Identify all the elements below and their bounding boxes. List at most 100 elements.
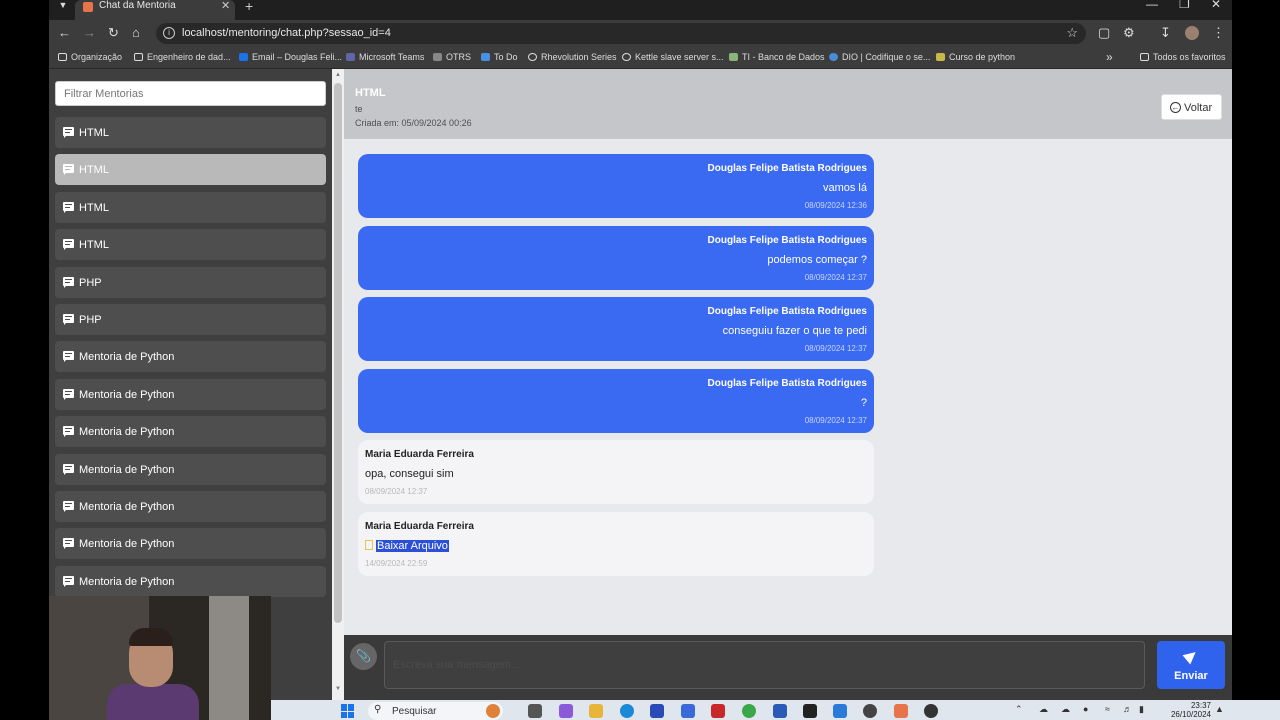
sidebar-item-label: Mentoria de Python xyxy=(79,463,175,476)
sidebar-item-mentoria[interactable]: PHP xyxy=(55,304,326,335)
download-icon[interactable]: ↧ xyxy=(1160,25,1171,41)
bookmark-item[interactable]: Rhevolution Series xyxy=(528,52,617,62)
sidebar-item-mentoria[interactable]: Mentoria de Python xyxy=(55,453,326,485)
bookmark-item[interactable]: Kettle slave server s... xyxy=(622,52,724,62)
download-file-link[interactable]: Baixar Arquivo xyxy=(376,539,449,552)
chat-bubble-icon xyxy=(63,538,74,550)
minimize-icon[interactable]: — xyxy=(1146,0,1158,11)
copilot-icon[interactable] xyxy=(559,704,573,718)
mcafee-icon[interactable] xyxy=(711,704,725,718)
taskbar-clock[interactable]: 23:37 26/10/2024 xyxy=(1151,701,1211,719)
sidebar-item-mentoria[interactable]: HTML xyxy=(55,191,326,223)
tray-icon[interactable]: ☁ xyxy=(1039,704,1048,715)
sidebar-item-label: HTML xyxy=(79,201,109,214)
sidebar-item-mentoria[interactable]: Mentoria de Python xyxy=(55,528,326,560)
vscode-icon[interactable] xyxy=(833,704,847,718)
sidebar-item-mentoria[interactable]: Mentoria de Python xyxy=(55,416,326,448)
windows-start-icon[interactable] xyxy=(341,704,355,718)
bookmark-item[interactable]: DIO | Codifique o se... xyxy=(829,52,930,62)
home-icon[interactable]: ⌂ xyxy=(132,25,140,41)
sidebar-item-mentoria[interactable]: Mentoria de Python xyxy=(55,491,326,522)
bookmark-label: OTRS xyxy=(446,52,472,62)
chat-bubble-icon xyxy=(63,127,74,138)
paperclip-icon[interactable]: 📎 xyxy=(350,643,377,670)
bookmark-item[interactable]: Microsoft Teams xyxy=(346,52,424,62)
site-info-icon[interactable]: i xyxy=(163,27,175,39)
taskbar-search[interactable]: ⚲ Pesquisar xyxy=(368,702,503,720)
app-icon[interactable] xyxy=(863,704,877,718)
send-button[interactable]: Enviar xyxy=(1157,641,1225,689)
message-input[interactable] xyxy=(384,641,1145,689)
reload-icon[interactable]: ↻ xyxy=(108,25,119,41)
battery-icon[interactable]: ▮ xyxy=(1139,704,1144,715)
sidebar-item-mentoria[interactable]: Mentoria de Python xyxy=(55,378,326,410)
more-bookmarks-icon[interactable]: » xyxy=(1106,50,1113,64)
sidebar-item-label: HTML xyxy=(79,127,109,139)
sidebar-item-mentoria[interactable]: Mentoria de Python xyxy=(55,565,326,597)
sidebar-scrollbar[interactable]: ▲ ▼ xyxy=(332,69,344,700)
cloud-icon[interactable]: ☁ xyxy=(1061,704,1070,715)
bookmark-item[interactable]: Email – Douglas Feli... xyxy=(239,52,342,62)
profile-avatar[interactable] xyxy=(1185,26,1199,40)
bookmark-item[interactable]: Curso de python xyxy=(936,52,1015,62)
file-explorer-icon[interactable] xyxy=(589,704,603,718)
sidebar-item-mentoria[interactable]: HTML xyxy=(55,117,326,148)
l-app-icon[interactable] xyxy=(773,704,787,718)
search-icon: ⚲ xyxy=(374,704,382,715)
back-arrow-icon[interactable]: ← xyxy=(58,25,71,41)
xampp-icon[interactable] xyxy=(894,704,908,718)
bookmark-item[interactable]: OTRS xyxy=(433,52,471,62)
all-bookmarks[interactable]: Todos os favoritos xyxy=(1140,52,1226,62)
bookmark-label: TI - Banco de Dados xyxy=(742,52,825,62)
bookmark-item[interactable]: Organização xyxy=(58,52,122,62)
bookmark-item[interactable]: To Do xyxy=(481,52,518,62)
weather-icon[interactable] xyxy=(486,704,500,718)
new-tab-icon[interactable]: + xyxy=(245,0,253,14)
chat-message: Douglas Felipe Batista Rodrigues? 08/09/2… xyxy=(358,368,874,433)
chat-message: Douglas Felipe Batista Rodrigues consegui… xyxy=(358,297,874,361)
scroll-up-icon[interactable]: ▲ xyxy=(335,72,341,78)
bookmark-item[interactable]: Engenheiro de dad... xyxy=(134,52,231,62)
notification-bell-icon[interactable]: ▲ xyxy=(1215,704,1224,714)
bookmark-item[interactable]: TI - Banco de Dados xyxy=(729,52,825,62)
message-author: Douglas Felipe Batista Rodrigues xyxy=(707,234,867,246)
menu-kebab-icon[interactable]: ⋮ xyxy=(1212,25,1225,41)
close-window-icon[interactable]: ✕ xyxy=(1211,0,1221,11)
cast-icon[interactable]: ▢ xyxy=(1098,25,1110,41)
bookmark-label: Email – Douglas Feli... xyxy=(252,52,343,62)
sidebar-item-mentoria[interactable]: Mentoria de Python xyxy=(55,341,326,373)
volume-icon[interactable]: ♬ xyxy=(1123,704,1132,714)
app-icon[interactable] xyxy=(924,704,938,718)
filter-input[interactable] xyxy=(55,81,326,106)
terminal-icon[interactable] xyxy=(803,704,817,718)
chat-bubble-icon xyxy=(63,575,74,587)
sidebar-item-mentoria[interactable]: HTML xyxy=(55,154,326,186)
app-icon[interactable] xyxy=(681,704,695,718)
sidebar-item-mentoria[interactable]: HTML xyxy=(55,229,326,261)
address-bar[interactable]: i localhost/mentoring/chat.php?sessao_id… xyxy=(156,23,1086,44)
sidebar-item-mentoria[interactable]: PHP xyxy=(55,266,326,298)
clock-date: 26/10/2024 xyxy=(1170,710,1211,719)
folder-icon xyxy=(134,53,143,61)
bookmark-star-icon[interactable]: ☆ xyxy=(1066,25,1078,41)
scroll-down-icon[interactable]: ▼ xyxy=(335,686,341,692)
edge-icon[interactable] xyxy=(620,704,634,718)
url-text[interactable]: localhost/mentoring/chat.php?sessao_id=4 xyxy=(182,27,391,39)
wifi-icon[interactable]: ≈ xyxy=(1105,704,1110,714)
microphone-icon[interactable]: ● xyxy=(1083,704,1088,714)
store-icon[interactable] xyxy=(650,704,664,718)
extensions-icon[interactable]: ⚙ xyxy=(1123,25,1135,41)
restore-icon[interactable]: ❐ xyxy=(1179,0,1190,11)
chrome-icon[interactable] xyxy=(742,704,756,718)
task-view-icon[interactable] xyxy=(528,704,542,718)
left-letterbox xyxy=(0,0,49,700)
globe-icon xyxy=(622,53,631,61)
back-button[interactable]: ← Voltar xyxy=(1161,94,1222,120)
tab-search-icon[interactable]: ▼ xyxy=(55,0,71,14)
forward-arrow-icon[interactable]: → xyxy=(83,25,96,41)
scroll-thumb[interactable] xyxy=(334,83,342,623)
tray-chevron-icon[interactable]: ⌃ xyxy=(1015,704,1023,715)
message-timestamp: 08/09/2024 12:37 xyxy=(804,415,867,425)
close-tab-icon[interactable]: ✕ xyxy=(221,0,230,12)
browser-tab[interactable]: Chat da Mentoria ✕ xyxy=(75,0,235,20)
